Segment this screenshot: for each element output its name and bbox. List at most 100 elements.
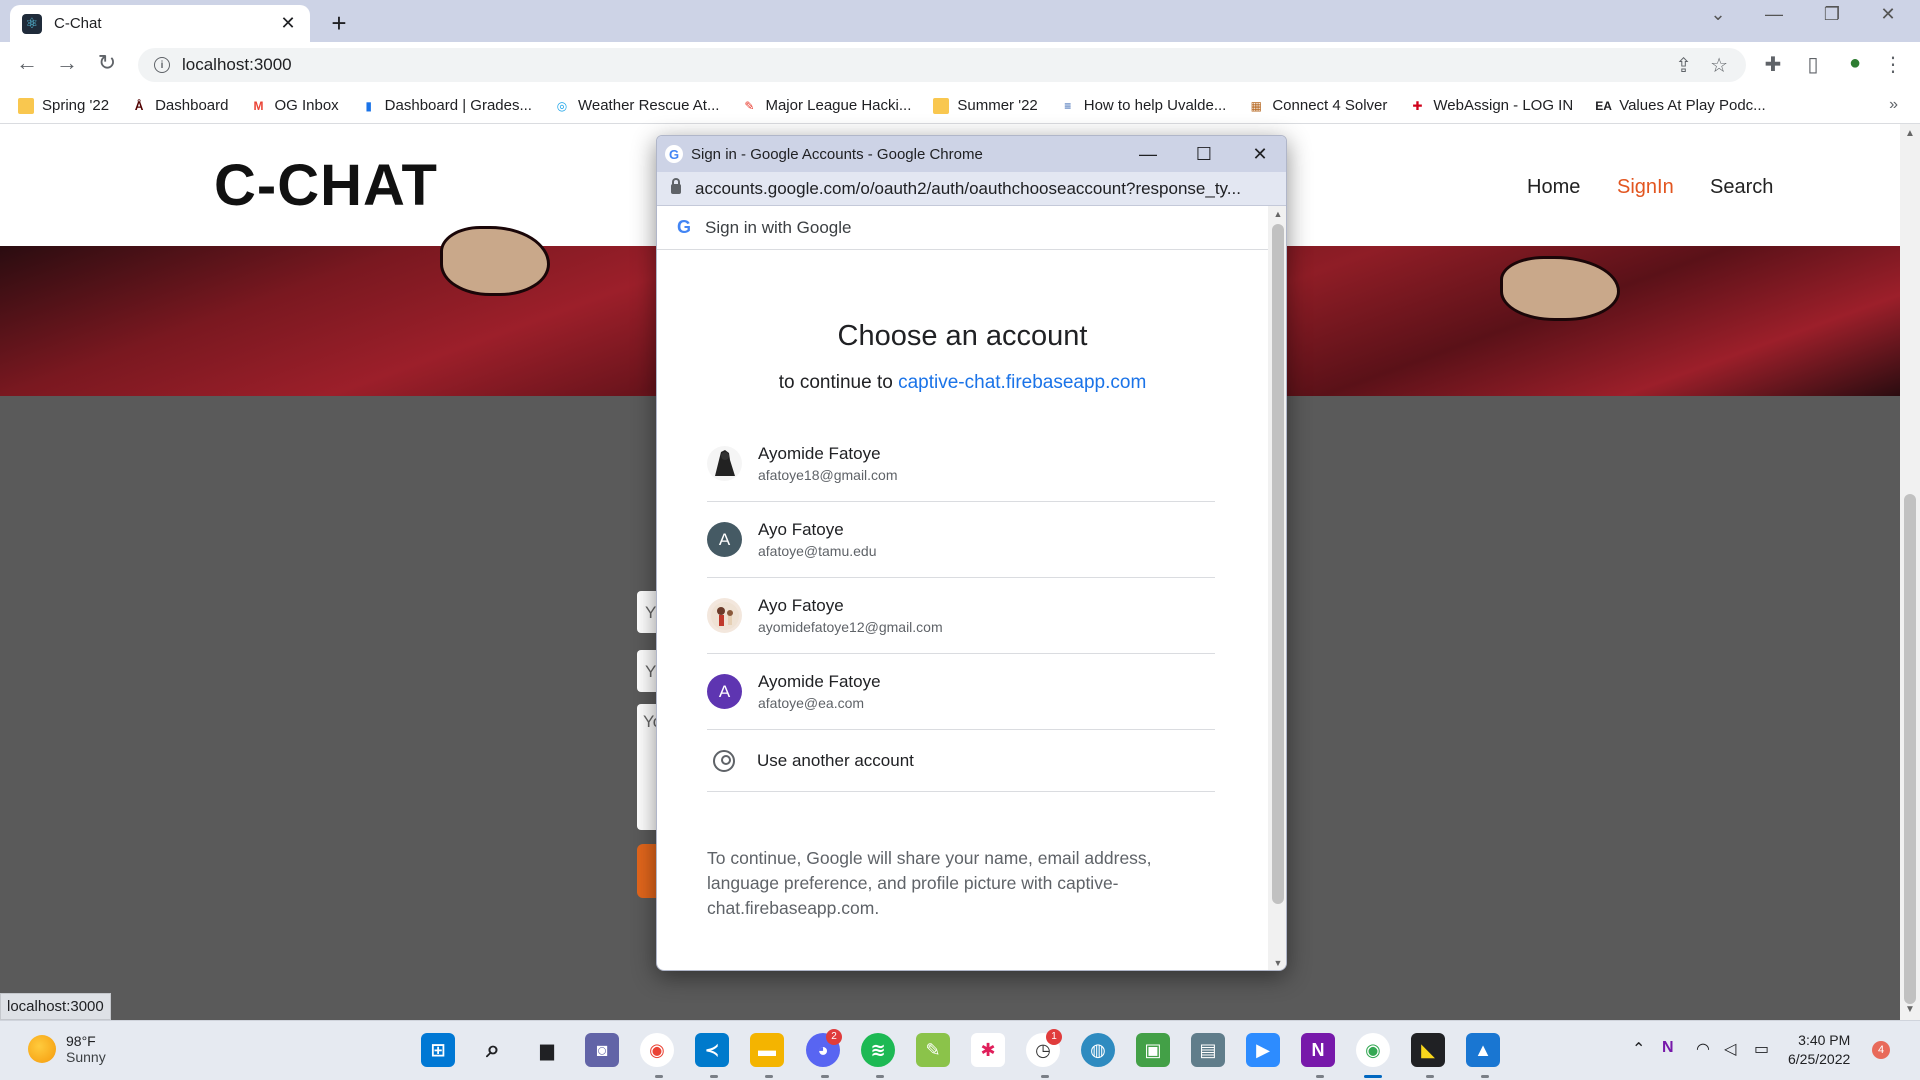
app-badge: 1 [1046, 1029, 1062, 1045]
popup-scrollbar[interactable]: ▲ ▼ [1268, 206, 1286, 970]
use-another-account-button[interactable]: Use another account [707, 730, 1215, 792]
reload-icon[interactable]: ↻ [92, 50, 122, 76]
running-indicator [655, 1075, 663, 1078]
menu-icon[interactable]: ⋮ [1878, 52, 1908, 77]
onenote-icon[interactable]: N [1301, 1033, 1335, 1067]
popup-title-bar: G Sign in - Google Accounts - Google Chr… [657, 136, 1286, 172]
remote-desktop-icon[interactable]: ▣ [1136, 1033, 1170, 1067]
more-bookmarks-icon[interactable]: » [1889, 96, 1898, 114]
bookmark-item[interactable]: ✎ Major League Hacki... [741, 97, 911, 114]
running-indicator [1426, 1075, 1434, 1078]
globe-icon[interactable]: ◍ [1081, 1033, 1115, 1067]
task-view-icon[interactable]: ▆ [530, 1033, 564, 1067]
minimize-icon[interactable]: — [1754, 4, 1794, 25]
bookmark-item[interactable]: ✚ WebAssign - LOG IN [1409, 97, 1573, 114]
weather-temp: 98°F [66, 1033, 96, 1049]
bookmark-item[interactable]: M OG Inbox [250, 97, 338, 114]
account-item[interactable]: Ayomide Fatoye afatoye18@gmail.com [707, 426, 1215, 502]
start-icon[interactable]: ⊞ [421, 1033, 455, 1067]
printer-icon[interactable]: ▤ [1191, 1033, 1225, 1067]
bookmark-star-icon[interactable]: ☆ [1710, 53, 1728, 78]
extensions-icon[interactable]: ✚ [1758, 52, 1788, 77]
sharing-disclaimer: To continue, Google will share your name… [707, 848, 1152, 918]
bookmark-item[interactable]: Å Dashboard [131, 97, 229, 114]
tab-search-icon[interactable]: ⌄ [1698, 4, 1738, 25]
battery-icon[interactable]: ▭ [1754, 1039, 1769, 1059]
url-text[interactable]: localhost:3000 [182, 55, 1675, 75]
site-logo[interactable]: C-CHAT [214, 152, 438, 219]
photos-icon[interactable]: ▲ [1466, 1033, 1500, 1067]
status-tooltip: localhost:3000 [0, 993, 111, 1020]
scroll-thumb[interactable] [1904, 494, 1916, 1004]
bookmark-item[interactable]: ▦ Connect 4 Solver [1248, 97, 1388, 114]
account-item[interactable]: Ayo Fatoye ayomidefatoye12@gmail.com [707, 578, 1215, 654]
avatar [707, 446, 742, 481]
bookmark-label: Spring '22 [42, 97, 110, 114]
spotify-icon[interactable]: ≋ [861, 1033, 895, 1067]
running-indicator-active [1364, 1075, 1382, 1078]
avatar [707, 598, 742, 633]
omnibox[interactable]: i localhost:3000 ⇪ ☆ [138, 48, 1746, 82]
volume-icon[interactable]: ◁ [1724, 1039, 1736, 1059]
react-icon: ⚛ [22, 13, 42, 34]
weather-icon: ◎ [556, 98, 568, 113]
bookmark-item[interactable]: ◎ Weather Rescue At... [554, 97, 720, 114]
page-scrollbar[interactable]: ▲ ▼ [1900, 124, 1920, 1020]
popup-minimize-icon[interactable]: — [1120, 144, 1176, 165]
chrome-icon[interactable]: ◉ [640, 1033, 674, 1067]
file-explorer-icon[interactable]: ▬ [750, 1033, 784, 1067]
nav-search[interactable]: Search [1710, 176, 1773, 199]
wifi-icon[interactable]: ◠ [1696, 1039, 1710, 1059]
vscode-icon[interactable]: ≺ [695, 1033, 729, 1067]
news-icon: ≡ [1064, 98, 1072, 113]
bookmark-item[interactable]: Summer '22 [933, 97, 1038, 114]
chrome-active-icon[interactable]: ◉ [1356, 1033, 1390, 1067]
close-tab-icon[interactable]: ✕ [278, 13, 298, 34]
site-info-icon[interactable]: i [154, 57, 170, 73]
popup-close-icon[interactable]: ✕ [1232, 144, 1286, 165]
close-window-icon[interactable]: ✕ [1868, 4, 1908, 25]
notification-badge[interactable]: 4 [1872, 1041, 1890, 1059]
new-tab-button[interactable]: + [325, 8, 353, 39]
nav-signin[interactable]: SignIn [1617, 176, 1674, 199]
zoom-icon[interactable]: ▶ [1246, 1033, 1280, 1067]
scroll-up-icon[interactable]: ▲ [1900, 128, 1920, 139]
restore-icon[interactable]: ❐ [1812, 4, 1852, 25]
teams-chat-icon[interactable]: ◙ [585, 1033, 619, 1067]
popup-scroll-up-icon[interactable]: ▲ [1268, 209, 1286, 219]
bookmark-label: How to help Uvalde... [1083, 97, 1227, 114]
bookmark-item[interactable]: ≡ How to help Uvalde... [1060, 97, 1227, 114]
search-icon[interactable]: ⌕ [476, 1033, 510, 1067]
popup-window-title: Sign in - Google Accounts - Google Chrom… [691, 145, 983, 163]
bookmark-label: Dashboard [155, 97, 229, 114]
forward-icon[interactable]: → [52, 50, 82, 76]
system-clock[interactable]: 3:40 PM 6/25/2022 [1788, 1031, 1850, 1069]
account-email: afatoye@tamu.edu [758, 543, 877, 559]
account-item[interactable]: A Ayomide Fatoye afatoye@ea.com [707, 654, 1215, 730]
browser-tab[interactable]: ⚛ C-Chat ✕ [10, 5, 310, 42]
weather-widget[interactable]: 98°F Sunny [28, 1033, 106, 1065]
back-icon[interactable]: ← [12, 50, 42, 76]
onenote-tray-icon[interactable]: N [1662, 1039, 1674, 1057]
nav-home[interactable]: Home [1527, 176, 1580, 199]
sticky-notes-icon[interactable]: ◣ [1411, 1033, 1445, 1067]
side-panel-icon[interactable]: ▯ [1798, 52, 1828, 77]
bookmark-label: WebAssign - LOG IN [1433, 97, 1574, 114]
paint-icon[interactable]: ✎ [916, 1033, 950, 1067]
bookmark-item[interactable]: Spring '22 [18, 97, 109, 114]
gmail-icon: M [253, 98, 264, 113]
slack-icon[interactable]: ✱ [971, 1033, 1005, 1067]
avatar: A [707, 674, 742, 709]
scroll-down-icon[interactable]: ▼ [1900, 1004, 1920, 1015]
popup-scroll-down-icon[interactable]: ▼ [1268, 958, 1286, 968]
account-item[interactable]: A Ayo Fatoye afatoye@tamu.edu [707, 502, 1215, 578]
popup-scroll-thumb[interactable] [1272, 224, 1284, 904]
chevron-up-icon[interactable]: ⌃ [1632, 1039, 1645, 1059]
bookmark-item[interactable]: EA Values At Play Podc... [1595, 97, 1765, 114]
account-name: Ayo Fatoye [758, 596, 844, 615]
app-domain-link[interactable]: captive-chat.firebaseapp.com [898, 372, 1146, 393]
bookmark-item[interactable]: ▮ Dashboard | Grades... [361, 97, 532, 114]
popup-maximize-icon[interactable]: ☐ [1176, 144, 1232, 165]
profile-icon[interactable]: ● [1840, 52, 1870, 75]
share-icon[interactable]: ⇪ [1675, 53, 1692, 78]
